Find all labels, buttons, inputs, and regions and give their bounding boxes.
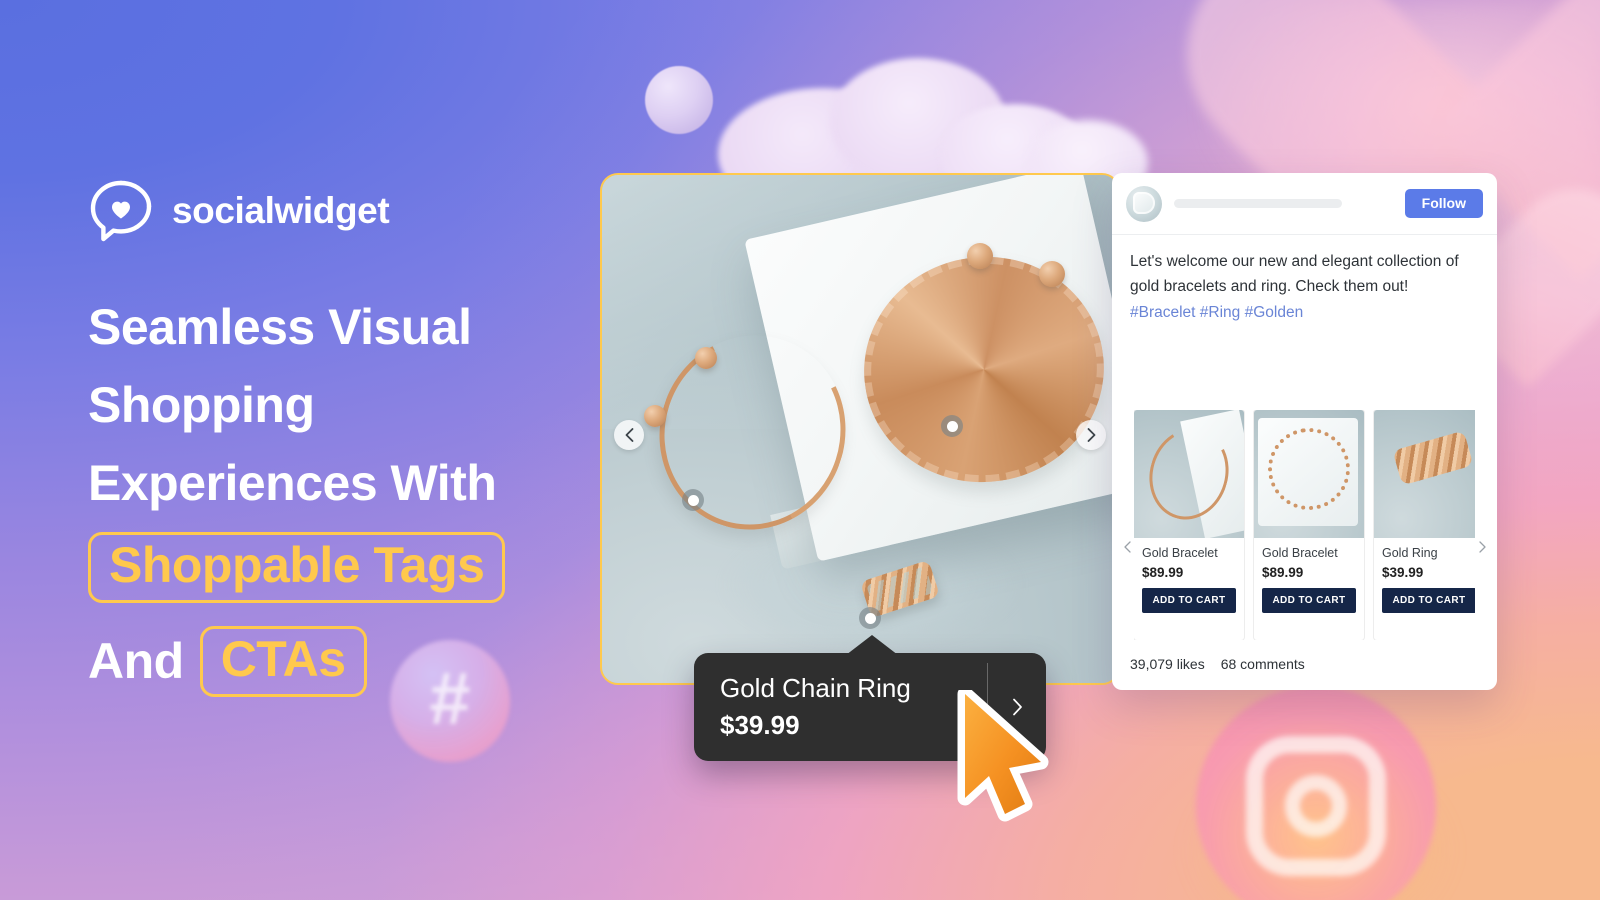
highlight-ctas: CTAs (199, 625, 367, 697)
jewelry-photo (602, 175, 1118, 683)
caption-hashtags[interactable]: #Bracelet #Ring #Golden (1130, 300, 1479, 325)
headline-line-1: Seamless Visual (88, 299, 472, 355)
product-list[interactable]: Gold Bracelet $89.99 ADD TO CART Gold Br… (1134, 410, 1475, 640)
avatar[interactable] (1126, 185, 1162, 222)
product-name: Gold Bracelet (1142, 546, 1218, 560)
headline-line-2: Shopping (88, 377, 315, 433)
hero-prev-button[interactable] (614, 420, 644, 450)
product-price: $89.99 (1142, 564, 1184, 580)
page-title: Seamless Visual Shopping Experiences Wit… (88, 288, 648, 700)
add-to-cart-button[interactable]: ADD TO CART (1262, 587, 1356, 613)
tooltip-product-price: $39.99 (720, 710, 800, 741)
product-price: $39.99 (1382, 564, 1424, 580)
product-card[interactable]: Gold Ring $39.99 ADD TO CART (1374, 410, 1475, 640)
bracelet-ball-1 (967, 243, 993, 269)
likes-count: 39,079 likes (1130, 656, 1205, 672)
comments-count: 68 comments (1220, 656, 1305, 672)
instagram-square (1246, 736, 1386, 876)
bracelet-ball-4 (644, 405, 666, 427)
shoppable-tag-chain-ring[interactable] (859, 607, 881, 629)
mouse-cursor-icon (955, 686, 1055, 830)
product-card[interactable]: Gold Bracelet $89.99 ADD TO CART (1254, 410, 1364, 640)
username-placeholder (1174, 199, 1342, 208)
social-post-card: Follow Let's welcome our new and elegant… (1112, 173, 1497, 690)
product-carousel: Gold Bracelet $89.99 ADD TO CART Gold Br… (1112, 410, 1497, 640)
shoppable-tag-bracelet-twisted[interactable] (941, 415, 963, 437)
post-header: Follow (1112, 173, 1497, 235)
post-engagement: 39,079 likes 68 comments (1112, 640, 1497, 690)
product-price: $89.99 (1262, 564, 1304, 580)
product-thumbnail (1254, 410, 1364, 538)
highlight-shoppable-tags: Shoppable Tags (88, 532, 506, 603)
hero-next-button[interactable] (1076, 420, 1106, 450)
bracelet-ball-3 (695, 347, 717, 369)
post-caption: Let's welcome our new and elegant collec… (1112, 235, 1497, 325)
headline-line-3: Experiences With (88, 455, 497, 511)
add-to-cart-button[interactable]: ADD TO CART (1382, 587, 1475, 613)
caption-text: Let's welcome our new and elegant collec… (1130, 253, 1459, 296)
instagram-logo-icon (1196, 686, 1436, 900)
follow-button[interactable]: Follow (1404, 188, 1483, 219)
bracelet-ball-2 (1039, 261, 1065, 287)
product-thumbnail (1134, 410, 1244, 538)
shoppable-tag-bracelet-left[interactable] (682, 489, 704, 511)
brand-logo: socialwidget (88, 178, 648, 244)
product-carousel-prev-button[interactable] (1118, 538, 1136, 556)
hero-product-image[interactable] (600, 173, 1120, 685)
hero-copy: socialwidget Seamless Visual Shopping Ex… (88, 178, 648, 700)
product-carousel-next-button[interactable] (1473, 538, 1491, 556)
tooltip-product-name: Gold Chain Ring (720, 672, 911, 703)
product-thumbnail (1374, 410, 1475, 538)
add-to-cart-button[interactable]: ADD TO CART (1142, 587, 1236, 613)
instagram-lens (1285, 775, 1347, 837)
sphere-decoration (645, 66, 713, 134)
brand-name: socialwidget (172, 190, 390, 231)
product-name: Gold Bracelet (1262, 546, 1338, 560)
product-name: Gold Ring (1382, 546, 1438, 560)
chat-bubble-heart-icon (88, 178, 154, 244)
product-card[interactable]: Gold Bracelet $89.99 ADD TO CART (1134, 410, 1244, 640)
headline-connector: And (88, 633, 184, 689)
